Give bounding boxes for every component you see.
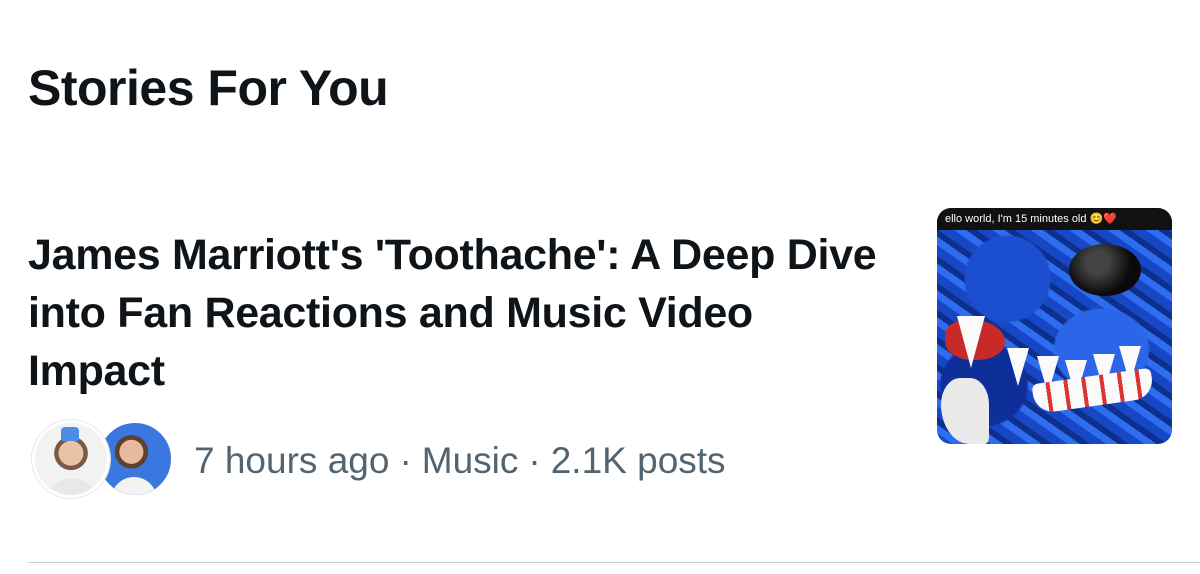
meta-separator: · [528,440,541,481]
thumbnail-caption: ello world, I'm 15 minutes old 😊❤️ [945,213,1117,225]
thumbnail-tooth-shape [1007,348,1029,386]
avatar-shirt-detail [47,479,97,495]
avatar-shirt-detail [111,477,157,495]
meta-separator: · [399,440,412,481]
story-thumbnail[interactable]: ello world, I'm 15 minutes old 😊❤️ [937,208,1172,444]
story-card[interactable]: James Marriott's 'Toothache': A Deep Div… [0,200,1200,520]
thumbnail-nose-shape [1069,244,1141,296]
avatar-stack [32,420,174,502]
story-post-count: 2.1K posts [550,440,726,481]
story-headline[interactable]: James Marriott's 'Toothache': A Deep Div… [28,226,888,400]
thumbnail-tooth-shape [957,316,985,368]
section-title: Stories For You [28,60,389,116]
story-time: 7 hours ago [194,440,390,481]
thumbnail-drip-shape [941,378,989,444]
thumbnail-caption-bar: ello world, I'm 15 minutes old 😊❤️ [937,208,1172,230]
avatar [32,420,110,498]
divider [28,562,1200,563]
story-meta-text: 7 hours ago · Music · 2.1K posts [194,439,726,483]
avatar-hat-detail [61,427,79,441]
story-category: Music [421,440,519,481]
story-meta: 7 hours ago · Music · 2.1K posts [32,420,726,502]
